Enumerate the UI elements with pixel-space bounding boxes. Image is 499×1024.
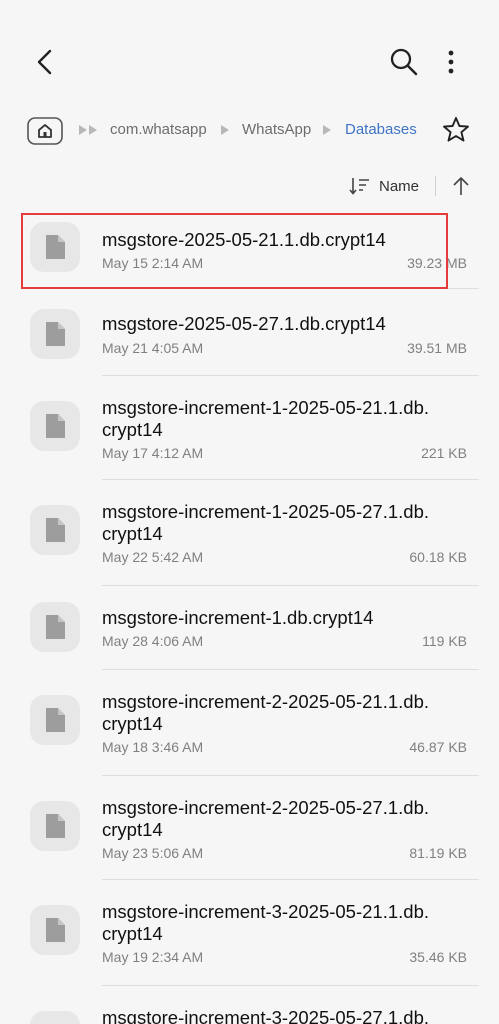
arrow-up-icon[interactable] <box>450 174 472 198</box>
file-date: May 19 2:34 AM <box>102 949 204 965</box>
file-name: msgstore-increment-2-2025-05-27.1.db. cr… <box>102 797 429 840</box>
document-icon <box>46 708 65 732</box>
document-icon <box>46 814 65 838</box>
breadcrumb: com.whatsapp WhatsApp Databases <box>0 110 499 150</box>
file-icon-tile <box>30 905 80 955</box>
file-date: May 22 5:42 AM <box>102 549 204 565</box>
file-icon-tile <box>30 222 80 272</box>
breadcrumb-item-whatsapp[interactable]: WhatsApp <box>242 121 311 138</box>
file-size: 39.23 MB <box>407 255 467 271</box>
file-date: May 23 5:06 AM <box>102 845 204 861</box>
file-size: 60.18 KB <box>409 549 467 565</box>
list-item[interactable]: msgstore-increment-3-2025-05-21.1.db. cr… <box>0 879 499 986</box>
file-name: msgstore-increment-2-2025-05-21.1.db. cr… <box>102 691 429 734</box>
more-options-button[interactable] <box>436 44 466 80</box>
list-item[interactable]: msgstore-increment-2-2025-05-21.1.db. cr… <box>0 669 499 776</box>
file-name: msgstore-2025-05-21.1.db.crypt14 <box>102 229 386 250</box>
sort-icon[interactable] <box>348 176 370 196</box>
back-button[interactable] <box>28 44 64 80</box>
file-name: msgstore-increment-1.db.crypt14 <box>102 607 374 628</box>
file-icon-tile <box>30 695 80 745</box>
sort-divider <box>435 176 436 196</box>
sort-by-name-label[interactable]: Name <box>379 178 419 195</box>
list-item[interactable]: msgstore-increment-1-2025-05-27.1.db. cr… <box>0 479 499 586</box>
star-icon <box>443 117 469 142</box>
favorite-button[interactable] <box>440 114 472 146</box>
file-name: msgstore-increment-1-2025-05-21.1.db. cr… <box>102 397 429 440</box>
list-item[interactable]: msgstore-2025-05-21.1.db.crypt14 May 15 … <box>0 205 499 289</box>
breadcrumb-separator-icon <box>79 125 87 135</box>
file-name: msgstore-increment-3-2025-05-27.1.db. cr… <box>102 1007 429 1024</box>
file-name: msgstore-increment-3-2025-05-21.1.db. cr… <box>102 901 429 944</box>
file-date: May 28 4:06 AM <box>102 633 204 649</box>
file-size: 39.51 MB <box>407 340 467 356</box>
breadcrumb-separator-icon <box>89 125 97 135</box>
list-item[interactable]: msgstore-increment-1.db.crypt14 May 28 4… <box>0 585 499 670</box>
file-name: msgstore-increment-1-2025-05-27.1.db. cr… <box>102 501 429 544</box>
file-size: 221 KB <box>421 445 467 461</box>
file-date: May 18 3:46 AM <box>102 739 204 755</box>
search-button[interactable] <box>386 44 422 80</box>
file-size: 119 KB <box>422 633 467 649</box>
document-icon <box>46 918 65 942</box>
breadcrumb-item-com-whatsapp[interactable]: com.whatsapp <box>110 121 207 138</box>
file-icon-tile <box>30 801 80 851</box>
document-icon <box>46 414 65 438</box>
file-size: 81.19 KB <box>409 845 467 861</box>
list-item[interactable]: msgstore-2025-05-27.1.db.crypt14 May 21 … <box>0 289 499 376</box>
home-icon <box>27 117 63 145</box>
search-icon <box>390 48 418 76</box>
file-size: 35.46 KB <box>409 949 467 965</box>
file-icon-tile <box>30 602 80 652</box>
document-icon <box>46 235 65 259</box>
breadcrumb-separator-icon <box>221 125 229 135</box>
file-icon-tile <box>30 505 80 555</box>
file-icon-tile <box>30 401 80 451</box>
file-date: May 21 4:05 AM <box>102 340 204 356</box>
list-item[interactable]: msgstore-increment-1-2025-05-21.1.db. cr… <box>0 375 499 480</box>
chevron-left-icon <box>37 49 52 75</box>
list-item[interactable]: msgstore-increment-3-2025-05-27.1.db. cr… <box>0 985 499 1024</box>
file-date: May 15 2:14 AM <box>102 255 204 271</box>
document-icon <box>46 518 65 542</box>
file-icon-tile <box>30 1011 80 1024</box>
more-vertical-icon <box>448 50 454 74</box>
top-app-bar <box>0 0 499 110</box>
breadcrumb-separator-icon <box>323 125 331 135</box>
file-size: 46.87 KB <box>409 739 467 755</box>
breadcrumb-item-databases[interactable]: Databases <box>345 121 417 138</box>
home-button[interactable] <box>26 114 64 146</box>
sort-bar: Name <box>0 168 499 204</box>
document-icon <box>46 322 65 346</box>
list-item[interactable]: msgstore-increment-2-2025-05-27.1.db. cr… <box>0 775 499 880</box>
file-name: msgstore-2025-05-27.1.db.crypt14 <box>102 313 386 334</box>
file-icon-tile <box>30 309 80 359</box>
document-icon <box>46 615 65 639</box>
file-date: May 17 4:12 AM <box>102 445 204 461</box>
